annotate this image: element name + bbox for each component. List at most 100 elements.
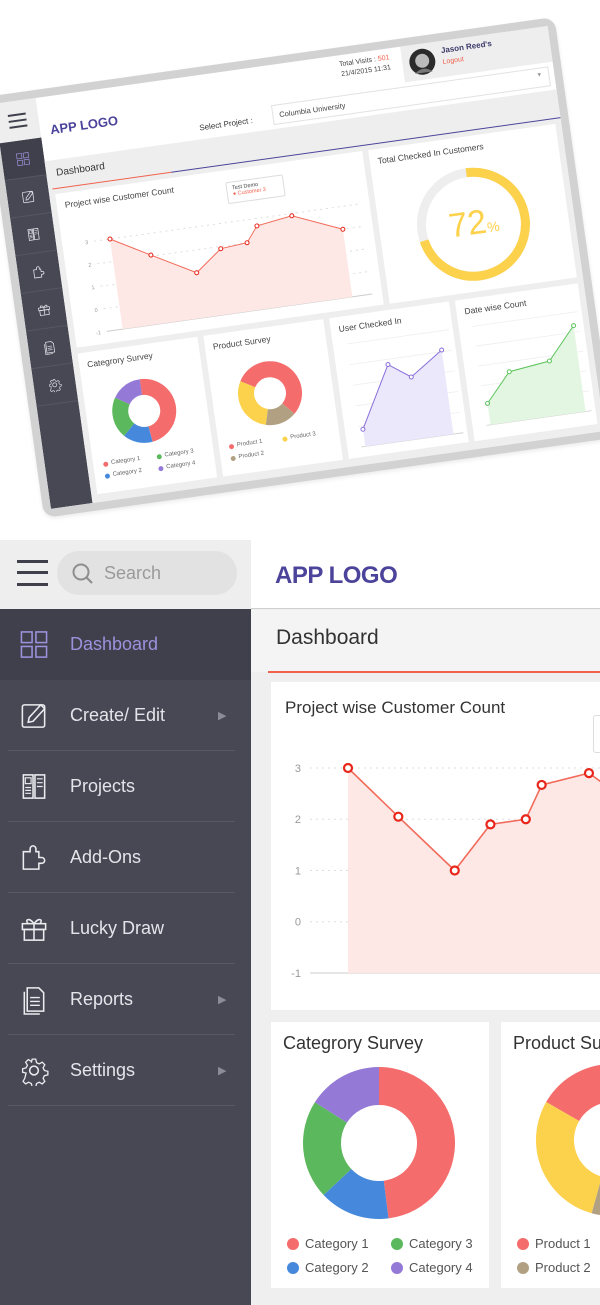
legend-swatch [104,472,111,479]
data-point[interactable] [194,270,200,276]
data-point[interactable] [107,236,113,242]
sidebar-item-label: Dashboard [70,634,159,654]
dashboard-icon[interactable] [0,137,47,182]
data-point[interactable] [342,762,354,774]
hamburger-menu-button[interactable] [17,560,49,588]
search-icon [72,563,93,584]
divider [8,1105,235,1106]
sidebar-item-add-ons[interactable]: Add-Ons [0,822,251,893]
sidebar-item-label: Reports [70,989,134,1009]
dashboard-icon [19,630,49,660]
gear-icon [19,1056,49,1088]
projects-icon [19,772,49,802]
reports-icon[interactable] [26,325,73,370]
sidebar-item-create-edit[interactable]: Create/ Edit ▶ [0,680,251,751]
app-logo: APP LOGO [275,562,398,589]
category-survey-card: Categrory Survey Category 1 Category 3 Cat… [271,1022,489,1288]
legend-item: Category 2 [287,1260,369,1275]
chart-tooltip: Test Demo [593,715,600,753]
legend-label: Product 1 [535,1236,591,1251]
sidebar-item-settings[interactable]: Settings ▶ [0,1035,251,1106]
data-point[interactable] [244,240,250,246]
data-point[interactable] [360,426,366,432]
legend-swatch [517,1261,529,1274]
dashboard-mockup: APP LOGO Total Visits : 501 21/4/2015 11… [0,16,600,518]
y-tick-label: 1 [91,285,95,291]
data-point[interactable] [546,358,552,364]
reports-icon [19,985,49,1015]
legend-swatch [282,435,288,442]
data-point[interactable] [218,246,224,252]
data-point[interactable] [393,811,404,822]
user-checked-in-chart [346,329,464,448]
slice-category-1[interactable] [379,1067,456,1219]
puzzle-icon [19,843,49,873]
date-wise-card: Date wise Count [454,283,598,442]
data-point[interactable] [536,779,547,791]
data-point[interactable] [439,347,445,353]
data-point[interactable] [520,814,531,825]
edit-icon[interactable] [4,175,52,219]
chevron-down-icon: ▼ [536,72,543,80]
header-right: APP LOGO [251,540,600,609]
sidebar-item-label: Add-Ons [70,847,142,867]
page-title: Dashboard [55,161,106,179]
data-point[interactable] [506,369,512,375]
gridline [346,329,449,345]
legend-swatch [287,1261,299,1274]
area-fill [109,215,353,330]
legend-item: Product 1 [517,1236,591,1251]
sidebar-item-reports[interactable]: Reports ▶ [0,964,251,1035]
y-tick-label: -1 [291,968,301,980]
slice-product-3[interactable] [536,1102,600,1214]
sidebar-item-lucky-draw[interactable]: Lucky Draw [0,893,251,964]
y-tick-label: 0 [94,308,98,314]
legend-item: Product 2 [517,1260,591,1275]
area-fill [348,768,600,973]
y-tick-label: -1 [96,330,102,337]
data-point[interactable] [340,226,346,232]
legend-label: Category 1 [305,1236,369,1251]
category-donut [112,378,177,443]
y-tick-label: 2 [295,814,301,826]
legend-label: Category 2 [305,1260,369,1275]
category-survey-card: Categrory Survey Category 1 Category 3 Cat… [77,336,218,495]
sidebar-item-projects[interactable]: Projects [0,751,251,822]
sidebar-item-dashboard[interactable]: Dashboard [0,609,251,680]
data-point[interactable] [449,865,460,876]
data-point[interactable] [571,323,577,329]
user-name: Jason Reed's [440,38,493,56]
area-fill [362,349,454,447]
gift-icon[interactable] [20,288,68,332]
search-input[interactable]: Search [57,551,237,595]
y-tick-label: 0 [295,917,301,929]
data-point[interactable] [583,768,595,779]
data-point[interactable] [385,362,391,368]
select-project-value: Columbia University [278,100,346,120]
legend-item: Category 4 [391,1260,473,1275]
data-point[interactable] [289,213,295,219]
gear-icon[interactable] [31,363,79,407]
logout-link[interactable]: Logout [442,56,464,66]
y-tick-label: 1 [295,865,301,877]
visits-info: Total Visits : 501 21/4/2015 11:31 [310,54,392,86]
legend-item: Category 3 [391,1236,473,1251]
app-logo: APP LOGO [49,112,119,138]
puzzle-icon[interactable] [15,250,63,294]
search-placeholder: Search [104,563,162,583]
legend-swatch [228,443,235,449]
y-tick-label: 2 [88,263,92,269]
projects-icon[interactable] [10,212,58,257]
menu-button[interactable] [0,97,42,144]
gauge-unit: % [486,217,501,236]
date-wise-chart [472,311,592,426]
data-point[interactable] [408,374,414,380]
datetime: 21/4/2015 11:31 [340,64,392,79]
data-point[interactable] [485,400,491,406]
data-point[interactable] [148,252,154,258]
header-left: Search [0,540,251,609]
user-avatar[interactable] [407,46,439,78]
data-point[interactable] [254,223,260,229]
legend-label: Product 2 [535,1260,591,1275]
data-point[interactable] [485,819,496,830]
